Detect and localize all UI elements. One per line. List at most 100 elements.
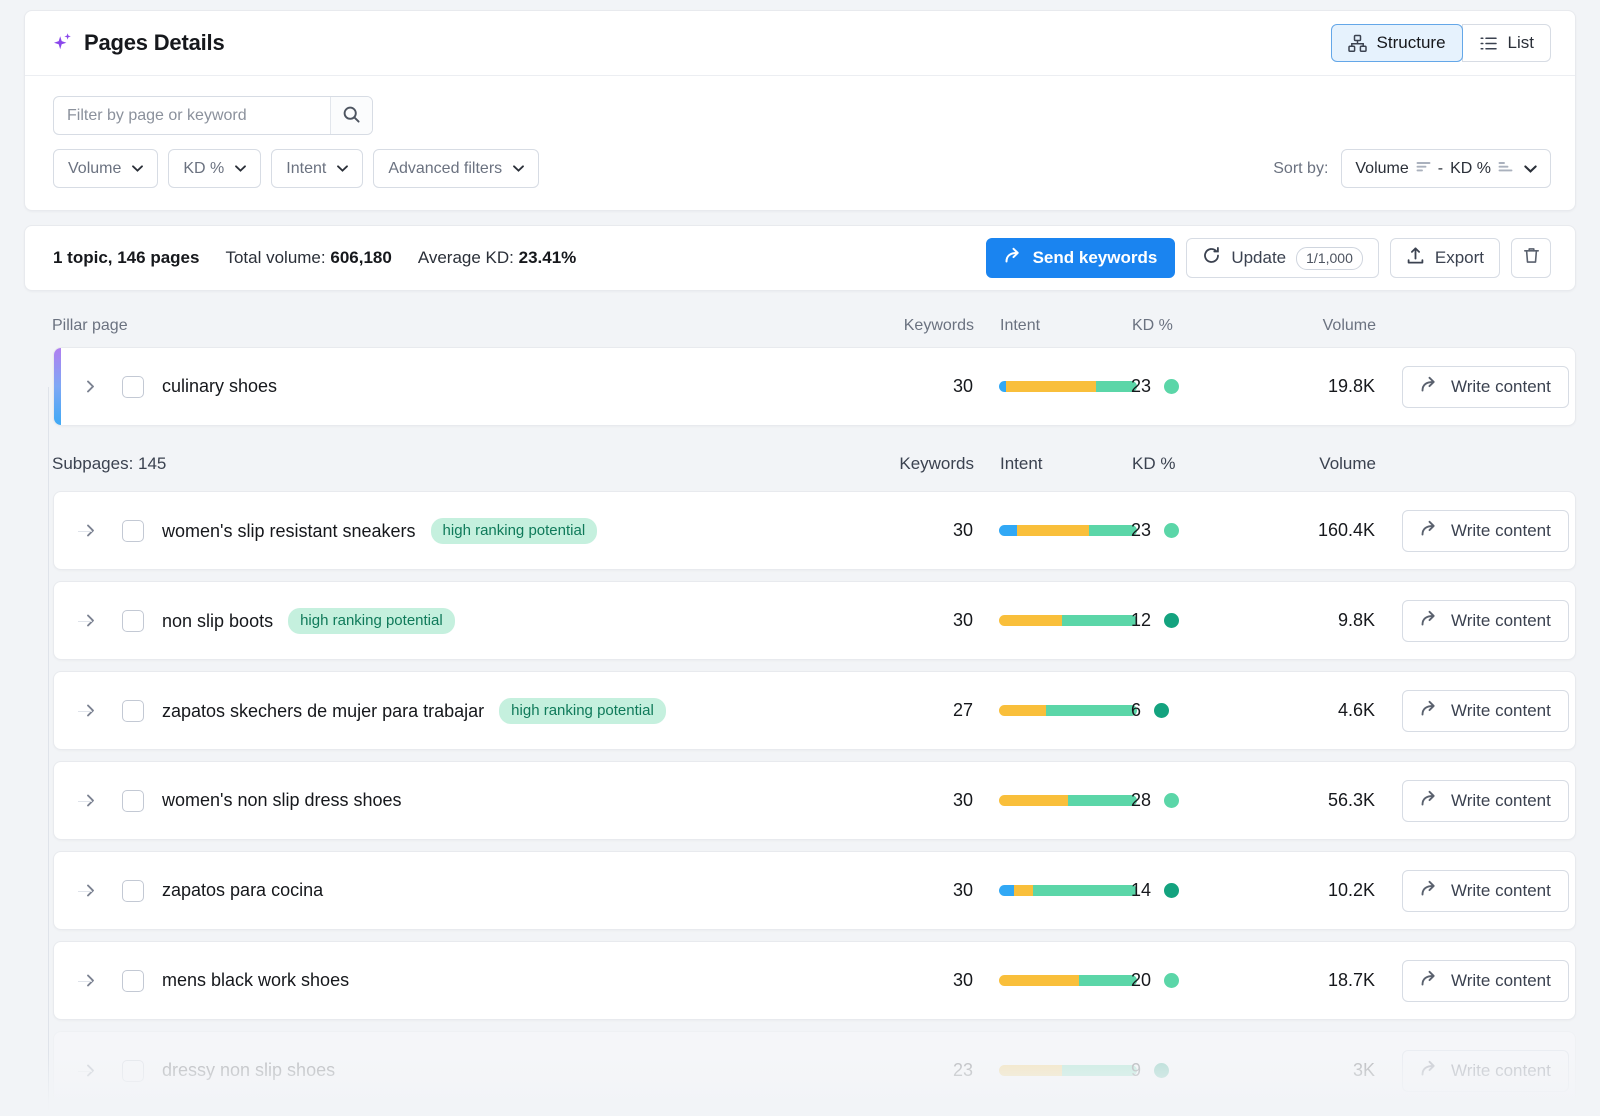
- pillar-page-row[interactable]: culinary shoes302319.8KWrite content: [53, 347, 1576, 426]
- table-row[interactable]: zapatos skechers de mujer para trabajarh…: [53, 671, 1576, 750]
- sort-controls: Sort by: Volume - KD %: [1273, 149, 1551, 188]
- intent-cell: [973, 885, 1125, 896]
- average-kd: Average KD: 23.41%: [418, 248, 576, 268]
- filter-kd[interactable]: KD %: [168, 149, 261, 188]
- page-name-cell: women's slip resistant sneakershigh rank…: [162, 518, 853, 544]
- column-volume: Volume: [1236, 317, 1376, 335]
- send-keywords-button[interactable]: Send keywords: [986, 238, 1176, 278]
- intent-bar: [999, 975, 1137, 986]
- share-arrow-icon: [1420, 789, 1439, 813]
- row-actions: Write content: [1375, 690, 1575, 732]
- keywords-value: 30: [853, 520, 973, 541]
- filter-volume[interactable]: Volume: [53, 149, 158, 188]
- write-content-button[interactable]: Write content: [1402, 960, 1569, 1002]
- chevron-down-icon: [1524, 165, 1537, 173]
- intent-bar: [999, 525, 1137, 536]
- filter-advanced[interactable]: Advanced filters: [373, 149, 539, 188]
- sort-separator: -: [1438, 160, 1443, 178]
- stats-summary: 1 topic, 146 pages Total volume: 606,180…: [53, 248, 576, 268]
- view-toggle-list[interactable]: List: [1462, 24, 1551, 62]
- keywords-value: 30: [853, 790, 973, 811]
- export-label: Export: [1435, 248, 1484, 268]
- sort-by-label: Sort by:: [1273, 160, 1328, 178]
- sort-select[interactable]: Volume - KD %: [1341, 149, 1551, 188]
- filter-intent[interactable]: Intent: [271, 149, 363, 188]
- page-name-cell: zapatos para cocina: [162, 880, 853, 901]
- kd-cell: 12: [1125, 610, 1235, 631]
- pillar-accent-bar: [54, 348, 61, 425]
- upload-icon: [1406, 246, 1425, 270]
- intent-segment-commercial: [999, 975, 1079, 986]
- row-checkbox[interactable]: [122, 880, 144, 902]
- trash-icon: [1522, 246, 1541, 270]
- write-content-button[interactable]: Write content: [1402, 1050, 1569, 1092]
- write-content-label: Write content: [1451, 971, 1551, 991]
- row-checkbox[interactable]: [122, 376, 144, 398]
- page-name[interactable]: non slip boots: [162, 611, 273, 631]
- write-content-button[interactable]: Write content: [1402, 780, 1569, 822]
- page-name[interactable]: zapatos para cocina: [162, 880, 323, 900]
- kd-difficulty-dot: [1164, 883, 1179, 898]
- filter-advanced-label: Advanced filters: [388, 160, 502, 178]
- kd-difficulty-dot: [1164, 379, 1179, 394]
- intent-cell: [973, 705, 1125, 716]
- export-button[interactable]: Export: [1390, 238, 1500, 278]
- tree-connector: [78, 531, 92, 532]
- subpages-count: Subpages: 145: [52, 454, 854, 474]
- page-name-cell: non slip bootshigh ranking potential: [162, 608, 853, 634]
- filters-card: Pages Details Structure: [24, 10, 1576, 211]
- write-content-button[interactable]: Write content: [1402, 600, 1569, 642]
- total-volume-label: Total volume:: [225, 248, 325, 267]
- page-name[interactable]: zapatos skechers de mujer para trabajar: [162, 701, 484, 721]
- volume-value: 3K: [1235, 1060, 1375, 1081]
- average-kd-value: 23.41%: [519, 248, 577, 267]
- column-keywords: Keywords: [854, 454, 974, 474]
- row-actions: Write content: [1375, 780, 1575, 822]
- row-actions: Write content: [1375, 600, 1575, 642]
- update-button[interactable]: Update 1/1,000: [1186, 238, 1379, 278]
- delete-button[interactable]: [1511, 238, 1551, 278]
- keywords-value: 27: [853, 700, 973, 721]
- write-content-button[interactable]: Write content: [1402, 870, 1569, 912]
- kd-cell: 20: [1125, 970, 1235, 991]
- view-toggle-structure[interactable]: Structure: [1331, 24, 1463, 62]
- table-row[interactable]: mens black work shoes302018.7KWrite cont…: [53, 941, 1576, 1020]
- kd-value: 23: [1131, 520, 1151, 541]
- kd-difficulty-dot: [1154, 1063, 1169, 1078]
- pages-details-page: Pages Details Structure: [0, 0, 1600, 1116]
- table-row[interactable]: women's slip resistant sneakershigh rank…: [53, 491, 1576, 570]
- row-checkbox[interactable]: [122, 790, 144, 812]
- share-arrow-icon: [1420, 1059, 1439, 1083]
- write-content-button[interactable]: Write content: [1402, 690, 1569, 732]
- page-name[interactable]: mens black work shoes: [162, 970, 349, 990]
- list-icon: [1479, 34, 1498, 53]
- tree-line: [48, 387, 49, 1110]
- row-checkbox[interactable]: [122, 1060, 144, 1082]
- page-name[interactable]: dressy non slip shoes: [162, 1060, 335, 1080]
- search-button[interactable]: [330, 97, 372, 134]
- table-row[interactable]: dressy non slip shoes2393KWrite content: [53, 1031, 1576, 1110]
- share-arrow-icon: [1420, 699, 1439, 723]
- volume-value: 160.4K: [1235, 520, 1375, 541]
- row-checkbox[interactable]: [122, 610, 144, 632]
- page-name[interactable]: culinary shoes: [162, 376, 277, 396]
- share-arrow-icon: [1420, 969, 1439, 993]
- intent-segment-commercial: [1014, 885, 1033, 896]
- row-checkbox[interactable]: [122, 700, 144, 722]
- write-content-button[interactable]: Write content: [1402, 510, 1569, 552]
- table-row[interactable]: zapatos para cocina301410.2KWrite conten…: [53, 851, 1576, 930]
- page-name[interactable]: women's slip resistant sneakers: [162, 521, 416, 541]
- kd-cell: 23: [1125, 520, 1235, 541]
- write-content-button[interactable]: Write content: [1402, 366, 1569, 408]
- page-name[interactable]: women's non slip dress shoes: [162, 790, 402, 810]
- search-input[interactable]: [54, 97, 330, 134]
- row-checkbox[interactable]: [122, 520, 144, 542]
- row-checkbox[interactable]: [122, 970, 144, 992]
- kd-value: 14: [1131, 880, 1151, 901]
- chevron-right-icon[interactable]: [82, 378, 99, 395]
- page-title: Pages Details: [53, 30, 224, 56]
- keywords-value: 23: [853, 1060, 973, 1081]
- search-row: [53, 96, 1551, 135]
- table-row[interactable]: non slip bootshigh ranking potential3012…: [53, 581, 1576, 660]
- table-row[interactable]: women's non slip dress shoes302856.3KWri…: [53, 761, 1576, 840]
